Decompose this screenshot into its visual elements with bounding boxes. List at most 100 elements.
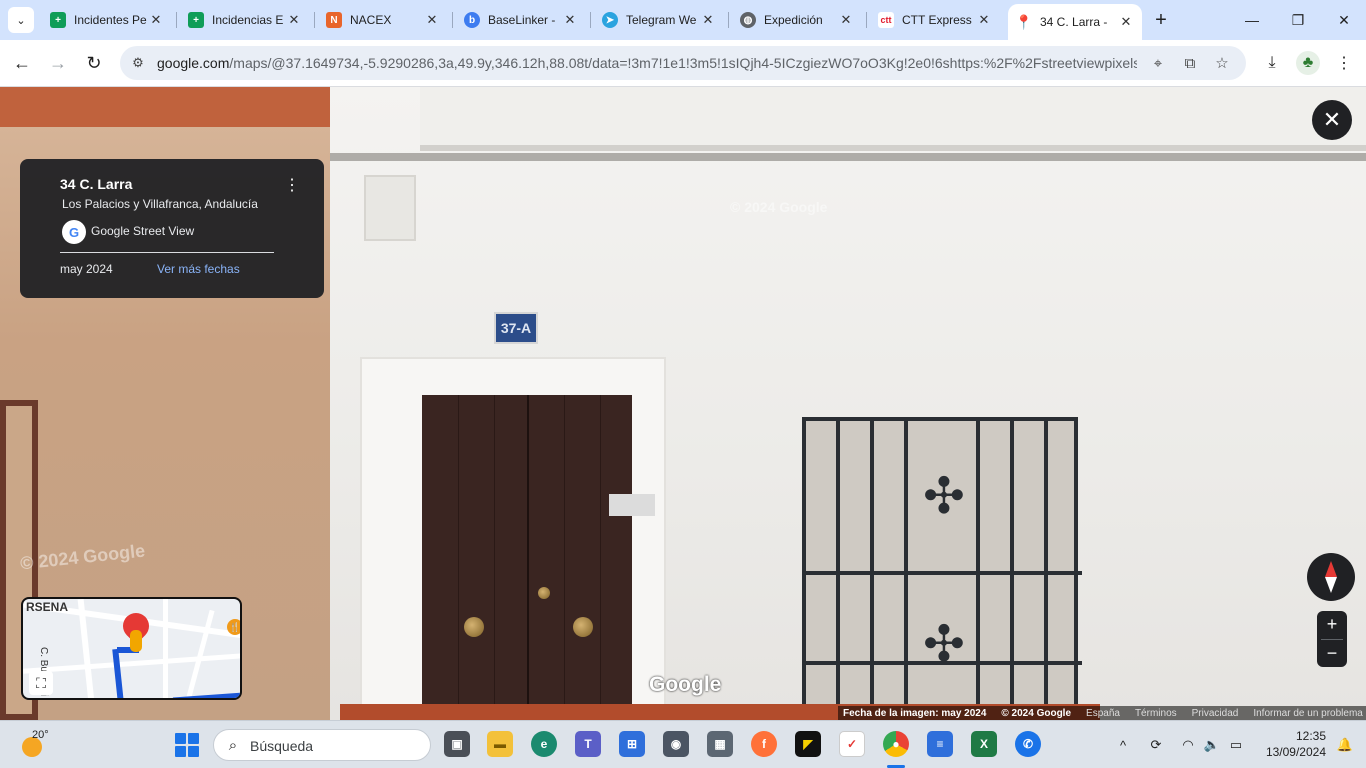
copyright: © 2024 Google — [1001, 707, 1072, 719]
country-link[interactable]: España — [1086, 708, 1120, 719]
store-icon[interactable]: ⊞ — [619, 731, 645, 757]
close-icon[interactable]: ✕ — [148, 12, 164, 28]
chrome-icon[interactable]: ● — [883, 731, 909, 757]
volume-icon[interactable]: 🔈 — [1202, 735, 1222, 755]
tab-incidencias[interactable]: + Incidencias E ✕ — [180, 6, 310, 34]
firefox-icon[interactable]: f — [751, 731, 777, 757]
close-icon[interactable]: ✕ — [700, 12, 716, 28]
bookmark-star-icon[interactable]: ☆ — [1212, 53, 1232, 73]
sticky-notes-icon[interactable]: ◤ — [795, 731, 821, 757]
zoom-control: + − — [1317, 611, 1347, 667]
site-info-icon[interactable]: ⚙ — [128, 53, 148, 73]
url-text[interactable]: google.com/maps/@37.1649734,-5.9290286,3… — [157, 55, 1137, 71]
zoom-in-button[interactable]: + — [1317, 611, 1347, 638]
tab-baselinker[interactable]: b BaseLinker - ✕ — [456, 6, 586, 34]
sheets-icon: + — [50, 12, 66, 28]
tab-search-button[interactable]: ⌄ — [8, 7, 34, 33]
roof-eave — [420, 87, 1366, 151]
profile-avatar-icon[interactable]: ♣ — [1296, 51, 1320, 75]
start-button[interactable] — [175, 733, 199, 757]
tab-title: Expedición — [764, 13, 823, 27]
close-street-view-button[interactable]: ✕ — [1312, 100, 1352, 140]
tab-incidentes[interactable]: + Incidentes Pe ✕ — [42, 6, 172, 34]
door-knob — [573, 617, 593, 637]
tab-google-maps[interactable]: 📍 34 C. Larra - ✕ — [1008, 4, 1142, 40]
excel-icon[interactable]: X — [971, 731, 997, 757]
location-pin-icon[interactable]: ⌖ — [1148, 53, 1168, 73]
new-tab-button[interactable]: + — [1150, 9, 1172, 31]
restaurant-icon[interactable]: 🍴 — [227, 619, 240, 635]
reload-icon[interactable]: ↻ — [81, 50, 107, 76]
task-view-icon[interactable]: ▣ — [444, 731, 470, 757]
teams-icon[interactable]: T — [575, 731, 601, 757]
file-explorer-icon[interactable]: ▬ — [487, 731, 513, 757]
weather-widget[interactable]: 20° — [20, 729, 50, 759]
pegman-icon[interactable] — [130, 630, 142, 652]
google-logo: Google — [649, 673, 722, 696]
tab-nacex[interactable]: N NACEX ✕ — [318, 6, 448, 34]
place-subtitle: Los Palacios y Villafranca, Andalucía — [62, 197, 258, 211]
window-close-icon[interactable]: ✕ — [1330, 6, 1358, 34]
tab-strip: ⌄ + Incidentes Pe ✕ + Incidencias E ✕ N … — [0, 0, 1366, 40]
close-icon[interactable]: ✕ — [976, 12, 992, 28]
browser-toolbar: ← → ↻ ⚙ google.com/maps/@37.1649734,-5.9… — [0, 40, 1366, 87]
report-problem-link[interactable]: Informar de un problema — [1253, 708, 1363, 719]
clock-date: 13/09/2024 — [1265, 745, 1326, 759]
phone-icon[interactable]: ✆ — [1015, 731, 1041, 757]
more-options-icon[interactable]: ⋮ — [284, 175, 300, 195]
terms-link[interactable]: Términos — [1135, 708, 1177, 719]
tab-telegram[interactable]: ➤ Telegram We ✕ — [594, 6, 724, 34]
url-path: /maps/@37.1649734,-5.9290286,3a,49.9y,34… — [229, 55, 1137, 71]
tab-title: BaseLinker - — [488, 13, 556, 27]
close-icon[interactable]: ✕ — [1118, 14, 1134, 30]
image-date: Fecha de la imagen: may 2024 — [843, 707, 987, 719]
imagery-source: Google Street View — [91, 224, 195, 238]
calculator-icon[interactable]: ▦ — [707, 731, 733, 757]
sync-icon[interactable]: ⟳ — [1146, 735, 1166, 755]
wifi-icon[interactable]: ◠ — [1178, 735, 1198, 755]
system-clock[interactable]: 12:35 13/09/2024 — [1256, 728, 1326, 760]
tab-ctt-express[interactable]: ctt CTT Express ✕ — [870, 6, 1000, 34]
wall-cable — [330, 153, 1366, 161]
left-building-roof — [0, 87, 340, 127]
download-icon[interactable]: ⤓ — [1260, 51, 1284, 75]
tab-expedicion[interactable]: ◍ Expedición ✕ — [732, 6, 862, 34]
ctt-icon: ctt — [878, 12, 894, 28]
door-knob — [464, 617, 484, 637]
tab-title: Incidentes Pe — [74, 13, 147, 27]
tab-title: NACEX — [350, 13, 392, 27]
fullscreen-icon[interactable]: ⛶ — [29, 671, 53, 695]
more-dates-link[interactable]: Ver más fechas — [157, 262, 240, 276]
url-host: google.com — [157, 55, 230, 71]
chevron-up-icon[interactable]: ^ — [1114, 735, 1132, 755]
minimap[interactable]: RSENA C. Buenavi 🍴 ⛶ — [21, 597, 242, 700]
close-icon[interactable]: ✕ — [838, 12, 854, 28]
edge-icon[interactable]: e — [531, 731, 557, 757]
menu-kebab-icon[interactable]: ⋮ — [1332, 51, 1356, 75]
grille-ornament: ✣ — [923, 468, 965, 524]
tab-title: CTT Express — [902, 13, 972, 27]
close-icon[interactable]: ✕ — [424, 12, 440, 28]
zoom-out-button[interactable]: − — [1317, 640, 1347, 667]
notepad-icon[interactable]: ≡ — [927, 731, 953, 757]
privacy-link[interactable]: Privacidad — [1192, 708, 1239, 719]
close-icon[interactable]: ✕ — [286, 12, 302, 28]
capture-date: may 2024 — [60, 262, 113, 276]
address-bar[interactable]: ⚙ google.com/maps/@37.1649734,-5.9290286… — [120, 46, 1246, 80]
minimize-icon[interactable]: — — [1238, 6, 1266, 34]
notifications-icon[interactable]: 🔔 — [1336, 736, 1354, 754]
battery-icon[interactable]: ▭ — [1226, 735, 1246, 755]
camera-icon[interactable]: ◉ — [663, 731, 689, 757]
install-app-icon[interactable]: ⧉ — [1180, 53, 1200, 73]
close-icon[interactable]: ✕ — [562, 12, 578, 28]
taskbar-search[interactable]: ⌕ Búsqueda — [213, 729, 431, 761]
tasks-check-icon[interactable]: ✓ — [839, 731, 865, 757]
back-arrow-icon[interactable]: ← — [9, 50, 35, 76]
minimap-area-label: RSENA — [26, 600, 69, 614]
sheets-icon: + — [188, 12, 204, 28]
restore-icon[interactable]: ❐ — [1284, 6, 1312, 34]
tab-title: 34 C. Larra - — [1040, 15, 1108, 29]
forward-arrow-icon[interactable]: → — [45, 50, 71, 76]
compass-control[interactable] — [1307, 553, 1355, 601]
window-grille: ✣ ✣ — [802, 417, 1082, 720]
